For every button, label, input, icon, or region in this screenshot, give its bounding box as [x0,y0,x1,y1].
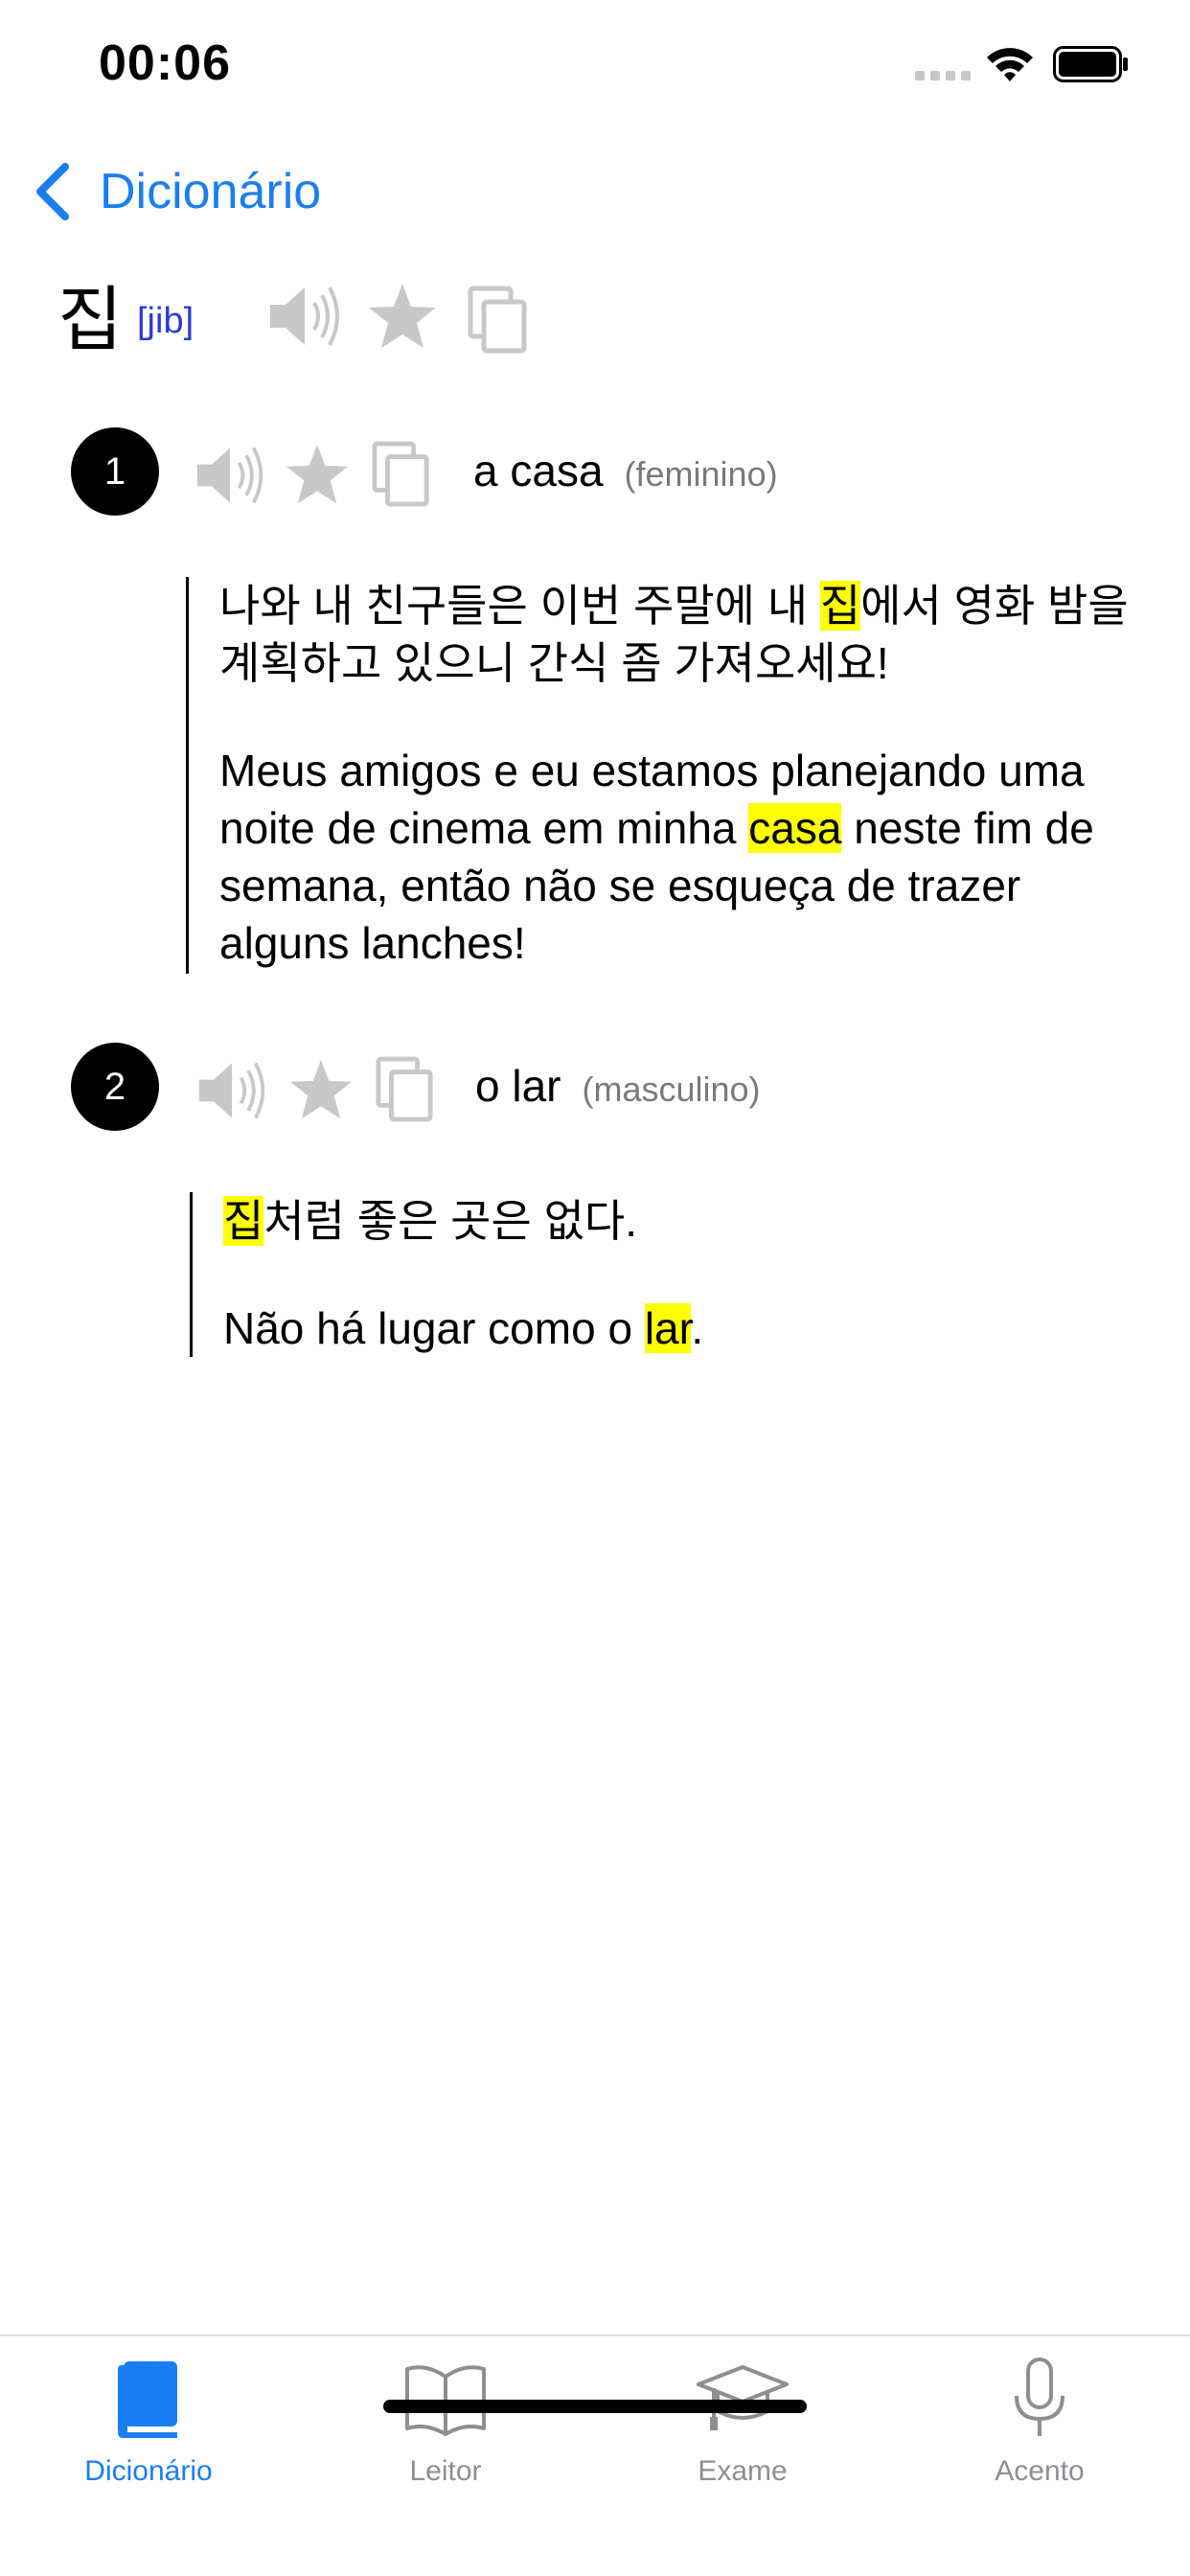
tab-bar: Dicionário Leitor Exame Acento [0,2334,1190,2576]
gender-label: (feminino) [624,454,778,494]
chevron-left-icon [36,163,69,220]
tab-label: Leitor [409,2455,482,2487]
microphone-icon [992,2356,1087,2444]
star-icon[interactable] [284,443,351,506]
highlight-term: casa [748,803,842,853]
translation-text: o lar [475,1061,561,1111]
romanization: [jib] [137,301,195,341]
wifi-icon [985,44,1035,82]
status-bar: 00:06 [0,0,1190,134]
translation-text: a casa [473,446,604,495]
tab-label: Exame [698,2455,788,2487]
headword: 집 [57,279,124,361]
speaker-icon[interactable] [266,278,343,355]
tab-leitor[interactable]: Leitor [297,2336,594,2499]
back-button[interactable]: Dicionário [29,153,321,230]
tab-dicionario[interactable]: Dicionário [0,2336,297,2499]
highlight-term: 집 [819,581,861,631]
book-icon [101,2356,196,2444]
sense-number: 1 [71,427,159,516]
battery-icon [1053,46,1130,82]
star-icon[interactable] [366,282,439,351]
tab-acento[interactable]: Acento [891,2336,1188,2499]
highlight-term: lar [644,1303,692,1353]
copy-icon[interactable] [372,441,431,508]
back-label: Dicionário [100,164,322,219]
signal-icon [915,71,971,82]
example-block: 집처럼 좋은 곳은 없다. Não há lugar como o lar. [190,1192,1148,1357]
tab-exame[interactable]: Exame [594,2336,891,2499]
example-korean: 나와 내 친구들은 이번 주말에 내 집에서 영화 밤을 계획하고 있으니 간식… [219,581,1129,688]
example-korean: 집처럼 좋은 곳은 없다. [223,1196,638,1246]
status-time: 00:06 [99,35,231,91]
copy-icon[interactable] [468,286,529,355]
sense-translation: a casa (feminino) [473,445,778,496]
speaker-icon[interactable] [194,439,266,512]
example-portuguese: Meus amigos e eu estamos planejando uma … [219,746,1094,968]
tab-label: Acento [995,2455,1085,2487]
example-portuguese: Não há lugar como o lar. [223,1303,704,1353]
home-indicator[interactable] [383,2400,807,2413]
sense-number: 2 [71,1043,159,1131]
gender-label: (masculino) [582,1070,761,1109]
example-block: 나와 내 친구들은 이번 주말에 내 집에서 영화 밤을 계획하고 있으니 간식… [186,577,1144,974]
sense-translation: o lar (masculino) [475,1060,761,1112]
star-icon[interactable] [287,1058,355,1121]
highlight-term: 집 [223,1196,264,1246]
tab-label: Dicionário [84,2455,213,2487]
copy-icon[interactable] [376,1056,435,1123]
speaker-icon[interactable] [195,1054,268,1127]
